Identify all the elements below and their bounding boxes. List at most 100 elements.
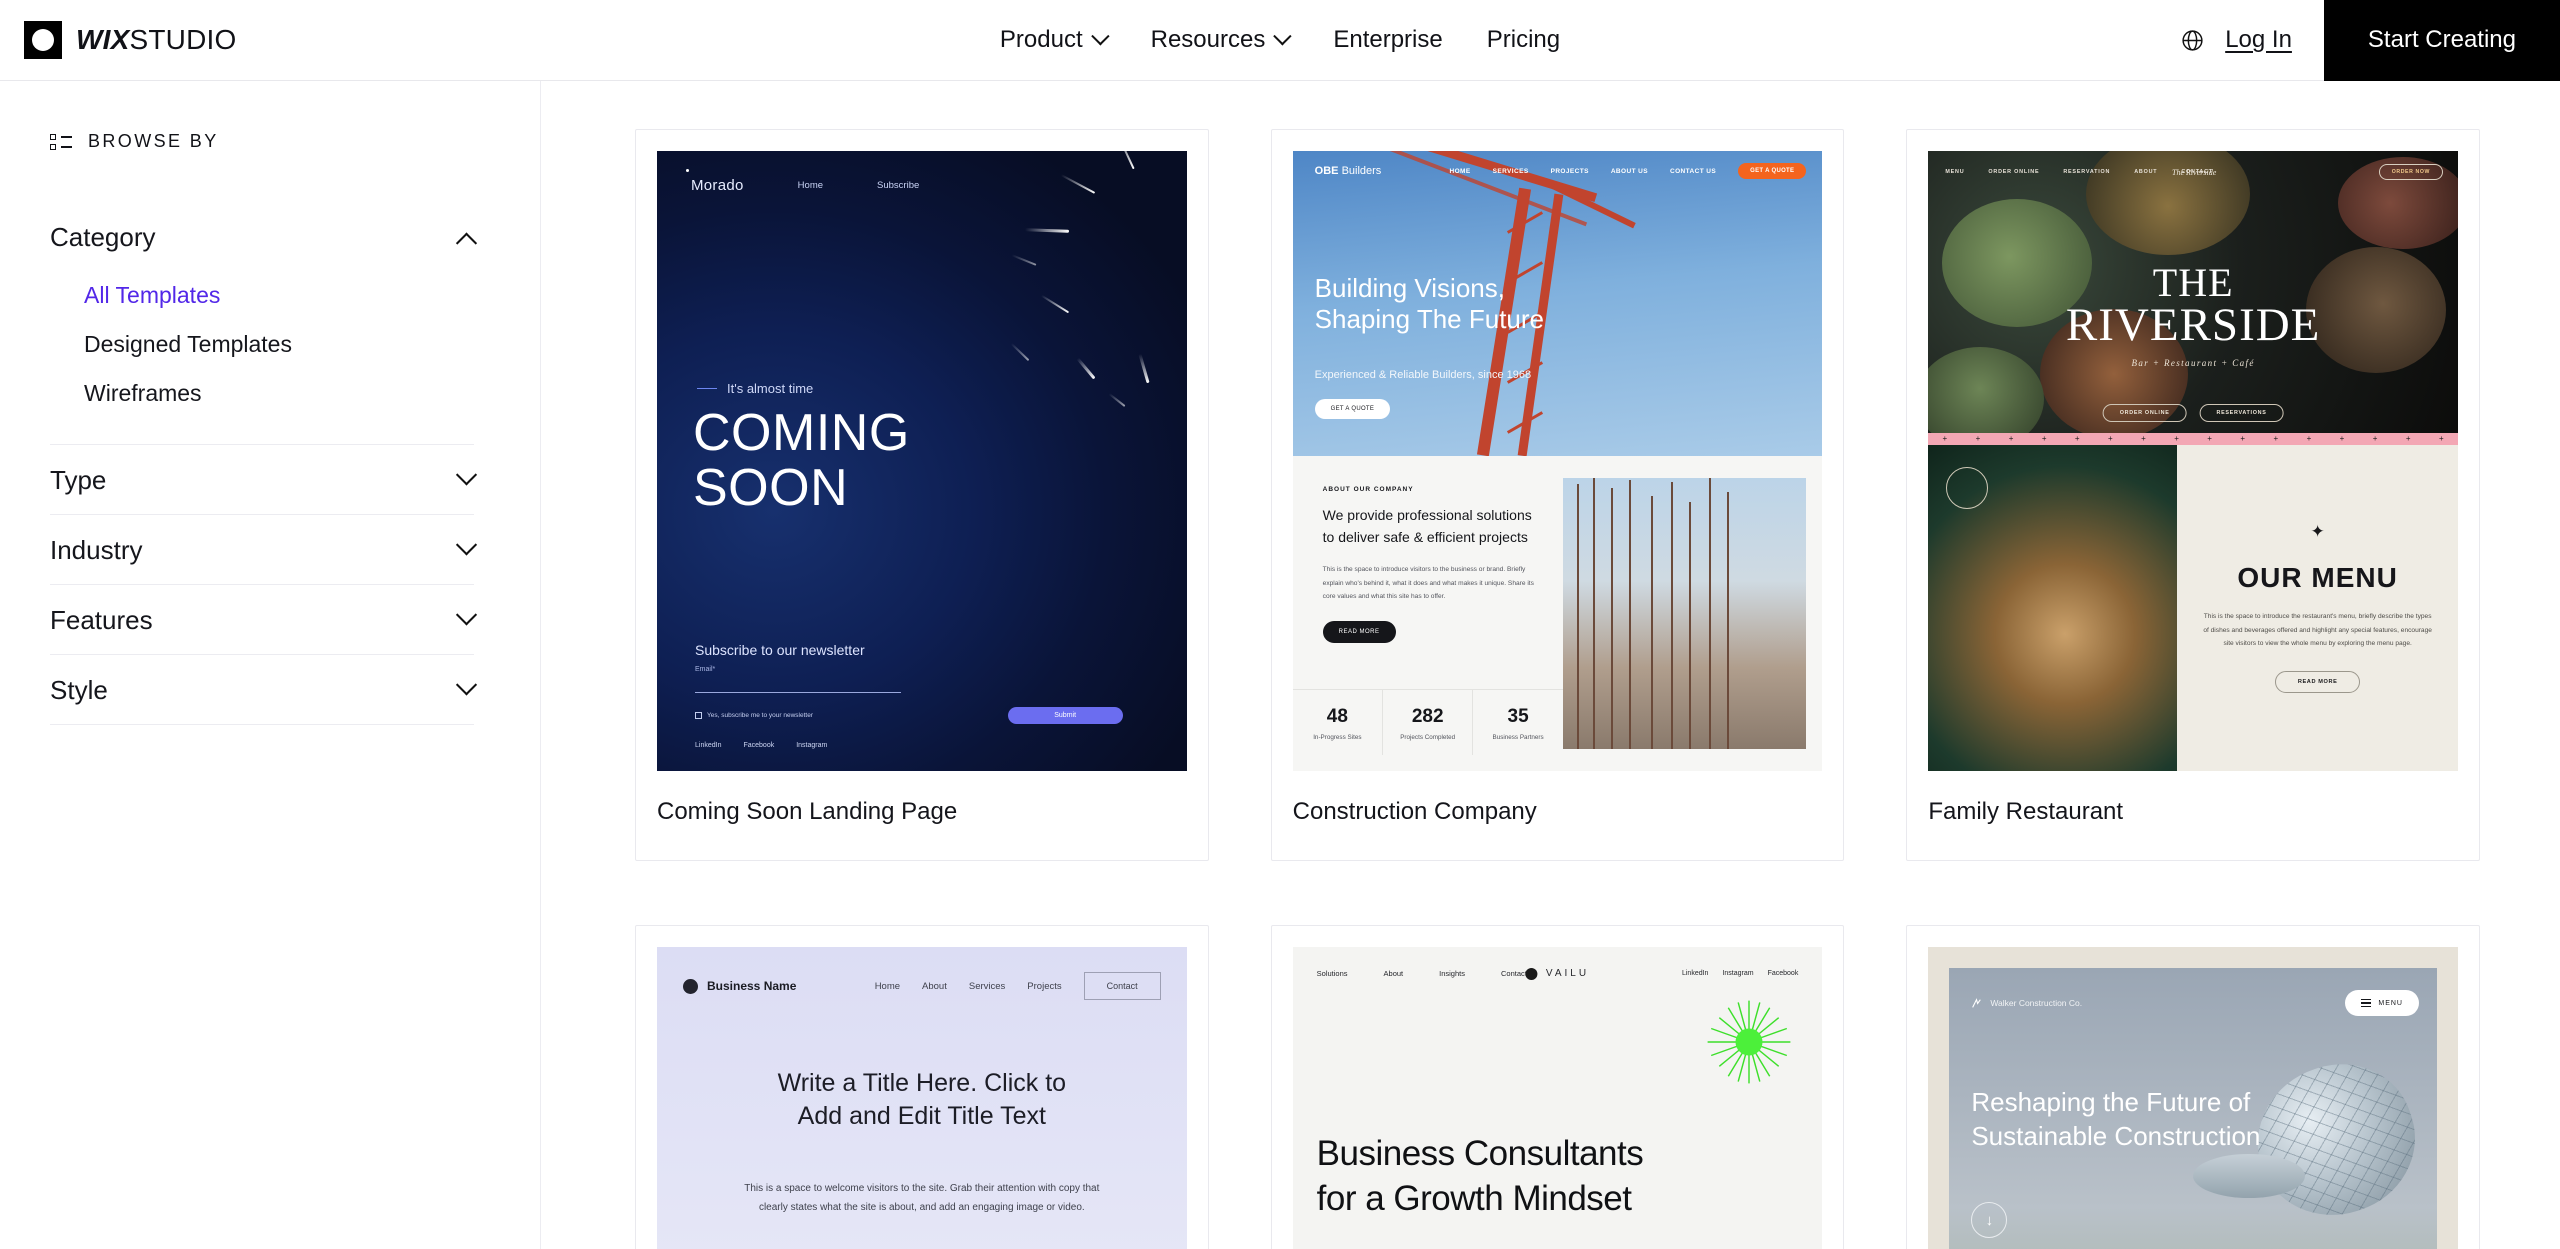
filter-title-type: Type <box>50 465 107 495</box>
sparkle-icon: ✦ <box>2310 521 2325 541</box>
scroll-down-indicator: ↓ <box>1971 1202 2008 1238</box>
template-title: Construction Company <box>1292 798 1537 825</box>
preview-menu-label: MENU <box>2378 999 2403 1007</box>
plus-icon: + <box>2240 434 2246 443</box>
template-card[interactable]: Solutions About Insights Contact VAILU L… <box>1270 925 1845 1249</box>
preview-form-title: Subscribe to our newsletter <box>695 642 865 658</box>
preview-nav-services: SERVICES <box>1492 167 1529 175</box>
filter-group-type: Type <box>50 445 478 515</box>
browse-by-header: BROWSE BY <box>50 131 474 152</box>
template-card[interactable]: Walker Construction Co. MENU Reshaping t… <box>1906 925 2480 1249</box>
preview-headline-line1: Building Visions, <box>1314 273 1505 303</box>
preview-about-eyebrow: ABOUT OUR COMPANY <box>1322 486 1414 493</box>
preview-checkbox-row: Yes, subscribe me to your newsletter <box>695 712 813 719</box>
preview-nav-home: Home <box>874 980 901 992</box>
site-header: WIXSTUDIO Product Resources Enterprise P… <box>0 0 2560 81</box>
preview-nav: Walker Construction Co. MENU <box>1971 990 2419 1017</box>
globe-icon[interactable] <box>2180 28 2205 53</box>
login-link[interactable]: Log In <box>2225 26 2292 54</box>
preview-stat-value: 282 <box>1411 706 1444 727</box>
preview-menu-button: MENU <box>2345 990 2419 1017</box>
filter-option-designed-templates[interactable]: Designed Templates <box>50 320 474 369</box>
preview-logo: Walker Construction Co. <box>1971 997 2083 1009</box>
divider <box>50 724 474 725</box>
preview-headline: Business Consultants for a Growth Mindse… <box>1317 1132 1644 1222</box>
filter-group-industry: Industry <box>50 515 478 585</box>
preview-hero: MENU ORDER ONLINE RESERVATION ABOUT CONT… <box>1928 151 2458 433</box>
preview-tagline: Bar + Restaurant + Café <box>2131 358 2255 369</box>
preview-logo-text: Business Name <box>707 979 797 993</box>
preview-nav-home: HOME <box>1449 167 1471 175</box>
templates-grid: Morado Home Subscribe It's almost time C… <box>635 129 2480 1249</box>
preview-social-facebook: Facebook <box>743 742 775 749</box>
filter-toggle-style[interactable]: Style <box>50 655 478 724</box>
preview-stat: 35 Business Partners <box>1473 690 1562 755</box>
start-creating-button[interactable]: Start Creating <box>2323 0 2560 81</box>
template-preview-restaurant: MENU ORDER ONLINE RESERVATION ABOUT CONT… <box>1928 151 2458 771</box>
filter-title-features: Features <box>50 605 153 635</box>
preview-circular-badge <box>1946 467 1989 509</box>
chevron-down-icon <box>455 534 478 556</box>
preview-dome-secondary <box>2193 1154 2305 1198</box>
filter-options-category: All Templates Designed Templates Wirefra… <box>50 271 474 444</box>
template-card[interactable]: Business Name Home About Services Projec… <box>635 925 1209 1249</box>
plus-icon: + <box>2074 434 2080 443</box>
preview-nav-about: ABOUT US <box>1610 167 1648 175</box>
preview-headline-line1: Reshaping the Future of <box>1971 1087 2251 1117</box>
preview-about-image <box>1562 478 1807 749</box>
preview-nav-solutions: Solutions <box>1316 969 1348 978</box>
preview-nav-reservation: RESERVATION <box>2063 169 2111 175</box>
brand-wordmark: WIXSTUDIO <box>76 24 236 56</box>
nav-item-enterprise[interactable]: Enterprise <box>1333 26 1442 54</box>
filter-title-style: Style <box>50 675 108 705</box>
preview-logo-light: Builders <box>1341 165 1382 177</box>
filter-option-wireframes[interactable]: Wireframes <box>50 369 474 418</box>
template-card[interactable]: Morado Home Subscribe It's almost time C… <box>635 129 1209 861</box>
preview-headline-line2: Shaping The Future <box>1314 303 1544 334</box>
preview-order-now-button: ORDER NOW <box>2378 164 2443 180</box>
preview-social-facebook: Facebook <box>1767 970 1799 977</box>
starburst-icon <box>1707 1000 1791 1084</box>
preview-field-underline <box>695 692 901 693</box>
preview-social-instagram: Instagram <box>1722 970 1754 977</box>
preview-title-line1: THE <box>2152 260 2234 305</box>
nav-item-pricing[interactable]: Pricing <box>1487 26 1560 54</box>
preview-logo: OBE Builders <box>1315 165 1382 177</box>
template-preview-construction: OBE Builders HOME SERVICES PROJECTS ABOU… <box>1292 151 1823 771</box>
browse-by-label: BROWSE BY <box>88 131 219 151</box>
preview-stat-value: 48 <box>1326 706 1348 727</box>
filter-list-icon <box>50 132 72 152</box>
plus-icon: + <box>2372 434 2378 443</box>
plus-icon: + <box>2008 434 2014 443</box>
plus-icon: + <box>2207 434 2212 443</box>
preview-nav-contact: Contact <box>1500 969 1527 978</box>
logo-dot-icon <box>683 978 698 994</box>
preview-nav-order-online: ORDER ONLINE <box>1988 169 2040 175</box>
template-card[interactable]: OBE Builders HOME SERVICES PROJECTS ABOU… <box>1270 129 1845 861</box>
template-preview-coming-soon: Morado Home Subscribe It's almost time C… <box>657 151 1187 771</box>
preview-nav-subscribe: Subscribe <box>877 180 920 191</box>
filter-toggle-type[interactable]: Type <box>50 445 478 514</box>
preview-logo-text: Walker Construction Co. <box>1990 998 2083 1009</box>
brand-dot-icon <box>1525 967 1538 980</box>
arrow-down-icon: ↓ <box>1985 1211 1994 1229</box>
nav-item-resources[interactable]: Resources <box>1151 26 1293 54</box>
filter-toggle-category[interactable]: Category <box>50 202 478 271</box>
template-card[interactable]: MENU ORDER ONLINE RESERVATION ABOUT CONT… <box>1906 129 2480 861</box>
filter-toggle-industry[interactable]: Industry <box>50 515 478 584</box>
nav-item-product[interactable]: Product <box>1000 26 1110 54</box>
preview-headline: Building Visions, Shaping The Future <box>1315 273 1544 334</box>
preview-stat: 48 In-Progress Sites <box>1293 690 1384 755</box>
filter-option-all-templates[interactable]: All Templates <box>50 271 474 320</box>
checkbox-icon <box>695 712 702 719</box>
wix-studio-logo[interactable]: WIXSTUDIO <box>24 21 236 59</box>
chevron-up-icon <box>455 232 478 254</box>
preview-inner: Walker Construction Co. MENU Reshaping t… <box>1949 968 2437 1249</box>
preview-nav-contact-button: Contact <box>1083 972 1161 1000</box>
filter-toggle-features[interactable]: Features <box>50 585 478 654</box>
chevron-down-icon <box>455 604 478 626</box>
preview-nav: Solutions About Insights Contact VAILU L… <box>1316 967 1799 980</box>
preview-stat: 282 Projects Completed <box>1383 690 1474 755</box>
plus-icon: + <box>2108 434 2113 443</box>
preview-social-linkedin: LinkedIn <box>1681 970 1709 977</box>
